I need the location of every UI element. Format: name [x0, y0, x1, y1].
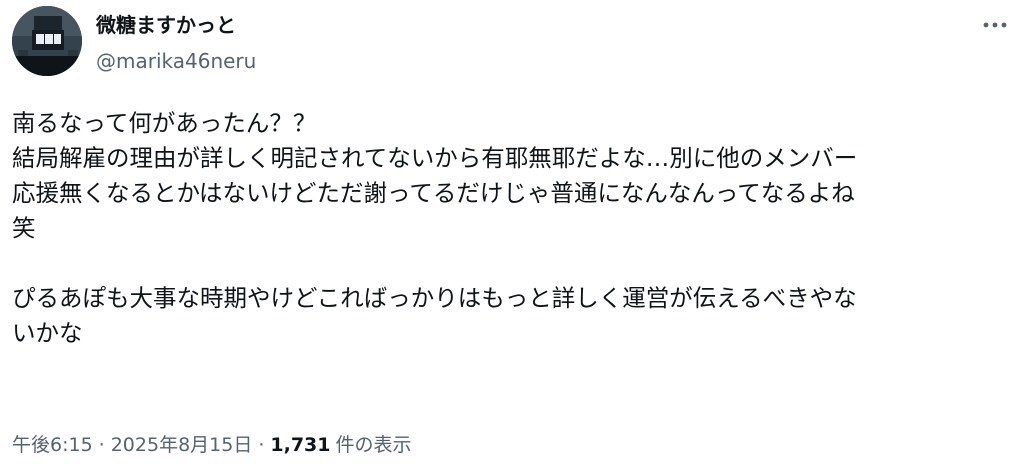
views-count: 1,731	[270, 434, 331, 456]
more-options-button[interactable]	[980, 14, 1010, 36]
profile-photo-stage-icon	[12, 6, 82, 76]
author-handle[interactable]: @marika46neru	[96, 48, 256, 74]
tweet-line: いかな	[12, 319, 83, 347]
tweet-line: 応援無くなるとかはないけどただ謝ってるだけじゃ普通になんなんってなるよね	[12, 179, 855, 207]
tweet-date[interactable]: 2025年8月15日	[111, 434, 253, 456]
views-label: 件の表示	[335, 434, 412, 456]
meta-separator: ·	[98, 434, 105, 456]
more-horizontal-icon	[983, 22, 1007, 28]
tweet-metadata: 午後6:15 · 2025年8月15日 · 1,731 件の表示	[12, 432, 412, 458]
tweet-text: 南るなって何があったん？？ 結局解雇の理由が詳しく明記されてないから有耶無耶だよ…	[12, 106, 1012, 351]
tweet-line: 笑	[12, 214, 36, 242]
author-display-name[interactable]: 微糖ますかっと	[96, 12, 236, 38]
tweet-time[interactable]: 午後6:15	[12, 434, 93, 456]
author-avatar[interactable]	[12, 6, 82, 76]
meta-separator: ·	[258, 434, 265, 456]
tweet-line: ぴるあぽも大事な時期やけどこればっかりはもっと詳しく運営が伝えるべきやな	[12, 284, 857, 312]
tweet-line: 南るなって何があったん？？	[12, 109, 317, 137]
tweet-paragraph: ぴるあぽも大事な時期やけどこればっかりはもっと詳しく運営が伝えるべきやな いかな	[12, 281, 1012, 351]
tweet-card: 微糖ますかっと @marika46neru 南るなって何があったん？？ 結局解雇…	[0, 0, 1024, 471]
tweet-line: 結局解雇の理由が詳しく明記されてないから有耶無耶だよな…別に他のメンバー	[12, 144, 858, 172]
tweet-paragraph: 南るなって何があったん？？ 結局解雇の理由が詳しく明記されてないから有耶無耶だよ…	[12, 106, 1012, 246]
